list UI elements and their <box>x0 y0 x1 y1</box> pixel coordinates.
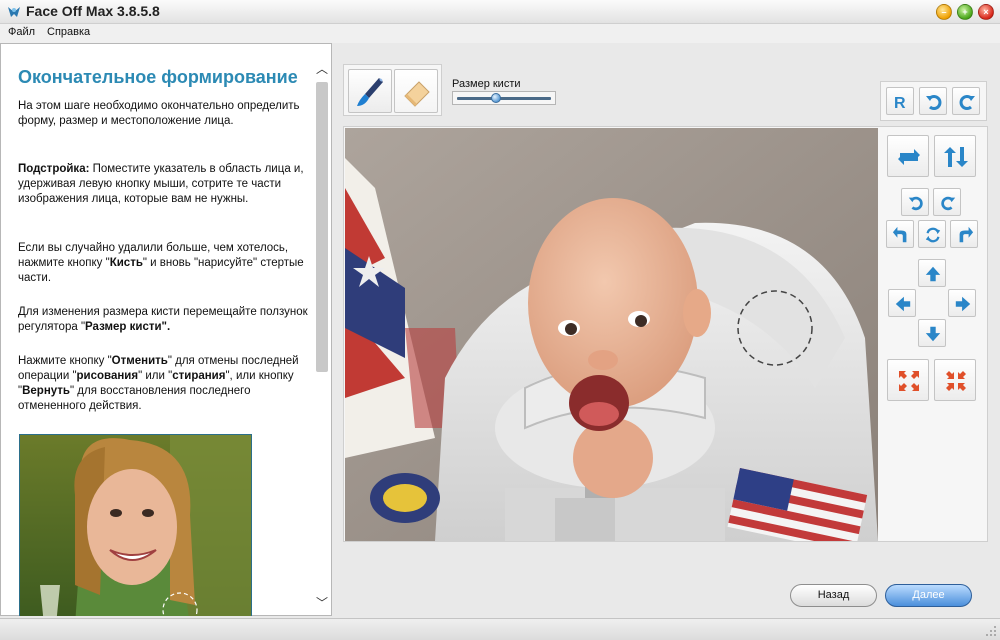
enlarge-button[interactable] <box>887 359 929 401</box>
flip-vertical-icon <box>944 147 968 167</box>
rotate-right-button[interactable] <box>933 188 961 216</box>
svg-text:R: R <box>894 95 906 112</box>
reset-rotation-button[interactable] <box>918 220 946 248</box>
expand-icon <box>899 371 919 391</box>
menu-bar: Файл Справка <box>0 24 1000 43</box>
help-bold: Вернуть <box>22 385 71 397</box>
minimize-icon: – <box>941 7 947 17</box>
help-paragraph-undo: Нажмите кнопку "Отменить" для отмены пос… <box>18 354 308 414</box>
help-example-image <box>19 434 252 616</box>
window-title: Face Off Max 3.8.5.8 <box>26 3 160 19</box>
editing-canvas <box>343 126 988 542</box>
flip-horizontal-icon <box>898 149 920 165</box>
close-icon: × <box>983 7 989 17</box>
maximize-icon: + <box>962 7 968 17</box>
menu-help[interactable]: Справка <box>47 26 90 38</box>
app-logo-icon <box>8 7 20 17</box>
title-bar: Face Off Max 3.8.5.8 – + × <box>0 0 1000 24</box>
help-bold: Отменить <box>111 355 168 367</box>
arrow-right-icon <box>955 296 971 312</box>
help-bold: Кисть <box>109 257 143 269</box>
help-scrollbar[interactable]: ︿ ﹀ <box>314 56 330 610</box>
redo-icon <box>959 95 975 110</box>
eraser-button[interactable] <box>394 69 438 113</box>
arrow-up-icon <box>925 266 941 282</box>
help-panel: Окончательное формирование На этом шаге … <box>0 43 332 616</box>
history-tools: R <box>880 81 987 121</box>
arrow-left-icon <box>895 296 911 312</box>
move-up-button[interactable] <box>918 259 946 287</box>
minimize-button[interactable]: – <box>936 4 952 20</box>
brush-size-slider[interactable] <box>452 91 556 105</box>
brush-icon <box>357 78 383 106</box>
move-right-button[interactable] <box>948 289 976 317</box>
flip-horizontal-button[interactable] <box>887 135 929 177</box>
help-paragraph-brush: Если вы случайно удалили больше, чем хот… <box>18 241 308 286</box>
brush-button[interactable] <box>348 69 392 113</box>
help-bold: стирания <box>172 370 226 382</box>
help-content: Окончательное формирование На этом шаге … <box>2 45 313 616</box>
help-text: " или " <box>138 370 173 382</box>
menu-file[interactable]: Файл <box>8 26 35 38</box>
undo-button[interactable] <box>919 87 947 115</box>
tilt-right-icon <box>959 226 974 243</box>
brush-size-label: Размер кисти <box>452 78 521 90</box>
help-paragraph-intro: На этом шаге необходимо окончательно опр… <box>18 99 308 129</box>
help-paragraph-adjust: Подстройка: Поместите указатель в област… <box>18 162 308 207</box>
back-button[interactable]: Назад <box>790 584 877 607</box>
help-paragraph-size: Для изменения размера кисти перемещайте … <box>18 305 308 335</box>
scroll-up-icon[interactable]: ︿ <box>314 62 330 76</box>
next-button[interactable]: Далее <box>885 584 972 607</box>
rotate-right-icon <box>941 196 956 211</box>
slider-knob[interactable] <box>490 93 501 103</box>
help-text: Нажмите кнопку " <box>18 355 112 367</box>
scroll-thumb[interactable] <box>316 82 328 372</box>
eraser-icon <box>404 81 430 107</box>
help-bold: рисования <box>76 370 139 382</box>
rotate-left-icon <box>908 196 923 211</box>
tilt-right-button[interactable] <box>950 220 978 248</box>
slider-track <box>457 97 551 100</box>
status-bar <box>0 618 1000 640</box>
refresh-icon <box>925 227 941 243</box>
flip-vertical-button[interactable] <box>934 135 976 177</box>
maximize-button[interactable]: + <box>957 4 973 20</box>
shrink-button[interactable] <box>934 359 976 401</box>
reset-button[interactable]: R <box>886 87 914 115</box>
tilt-left-icon <box>892 226 907 243</box>
help-bold: Размер кисти". <box>85 321 171 333</box>
close-button[interactable]: × <box>978 4 994 20</box>
reset-icon: R <box>894 95 906 112</box>
face-photo-canvas[interactable] <box>345 128 878 541</box>
help-title: Окончательное формирование <box>18 67 298 87</box>
undo-icon <box>926 95 942 110</box>
redo-button[interactable] <box>952 87 980 115</box>
collapse-icon <box>946 371 966 391</box>
tilt-left-button[interactable] <box>886 220 914 248</box>
help-text: На этом шаге необходимо окончательно опр… <box>18 100 300 127</box>
brush-tools <box>343 64 442 116</box>
move-left-button[interactable] <box>888 289 916 317</box>
move-down-button[interactable] <box>918 319 946 347</box>
arrow-down-icon <box>925 326 941 342</box>
rotate-left-button[interactable] <box>901 188 929 216</box>
resize-grip-icon[interactable] <box>985 625 997 637</box>
scroll-down-icon[interactable]: ﹀ <box>314 596 330 610</box>
help-bold: Подстройка: <box>18 163 90 175</box>
